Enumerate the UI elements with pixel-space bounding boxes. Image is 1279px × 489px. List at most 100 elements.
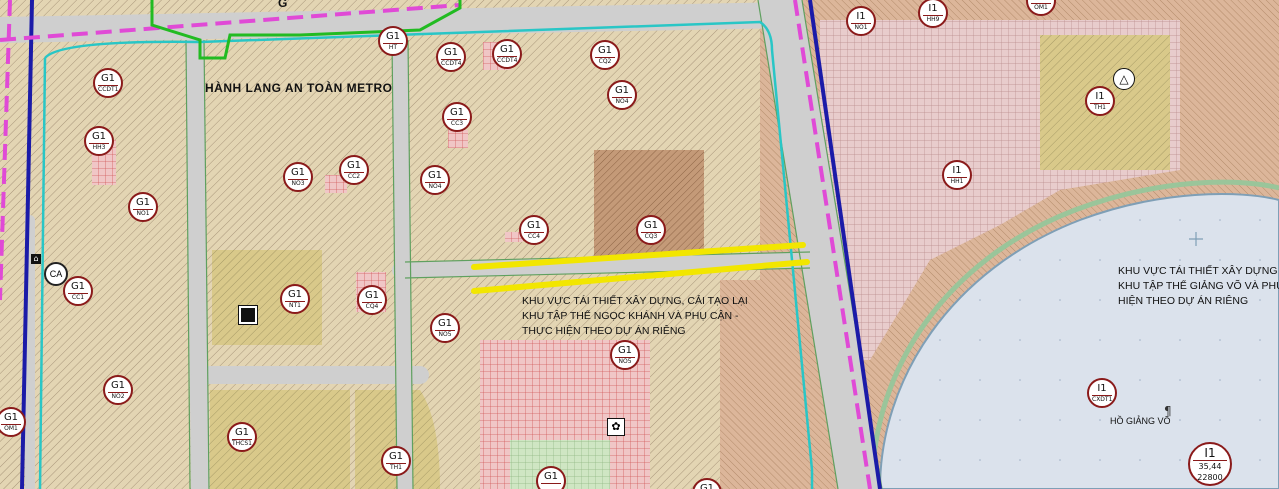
notice-ngoc-khanh-line: KHU VỰC TÁI THIẾT XÂY DỰNG, CẢI TẠO LẠI — [522, 295, 748, 307]
zone-marker[interactable]: G1 CCDT4 — [436, 42, 466, 72]
metro-corridor-label: HÀNH LANG AN TOÀN METRO — [205, 81, 393, 95]
marker-code: G1 — [388, 451, 404, 462]
marker-code: G1 — [617, 345, 633, 356]
marker-code: G1 — [135, 197, 151, 208]
marker-sub: NO1 — [133, 209, 153, 218]
marker-code: G1 — [385, 31, 401, 42]
zone-marker[interactable]: G1 NO5 — [430, 313, 460, 343]
marker-code: G1 — [614, 85, 630, 96]
marker-sub: TH1 — [386, 463, 406, 472]
notice-ngoc-khanh-line: THỰC HIỆN THEO DỰ ÁN RIÊNG — [522, 325, 686, 337]
marker-code: G1 — [643, 220, 659, 231]
square-symbol-icon — [238, 305, 258, 325]
marker-code: G1 — [70, 281, 86, 292]
marker-sub: CCDT4 — [441, 59, 462, 67]
marker-code: G1 — [437, 318, 453, 329]
zone-marker[interactable]: G1 CCDT4 — [492, 39, 522, 69]
zone-marker[interactable]: G1 CQ3 — [636, 215, 666, 245]
marker-sub: NO4 — [425, 182, 445, 191]
notice-giang-vo-line: KHU TẬP THỂ GIẢNG VÕ VÀ PHỤ — [1118, 280, 1279, 292]
marker-sub: NO1 — [851, 23, 871, 32]
marker-sub: THCS1 — [232, 439, 252, 447]
plot-cc3 — [448, 130, 468, 148]
marker-sub: CC4 — [524, 232, 544, 241]
zone-marker[interactable]: G1 — [536, 466, 566, 489]
zone-marker[interactable]: G1 NO1 — [128, 192, 158, 222]
marker-code: G1 — [449, 107, 465, 118]
marker-sub: 35,44 22800 — [1193, 460, 1227, 483]
marker-code: G1 — [234, 427, 250, 438]
marker-code: G1 — [346, 160, 362, 171]
marker-code: I1 — [856, 11, 866, 22]
marker-sub: HH9 — [923, 15, 943, 24]
marker-code: I1 — [1028, 0, 1054, 2]
marker-sub: OM1 — [1, 424, 21, 433]
zone-marker[interactable]: G1 CC3 — [442, 102, 472, 132]
zone-marker[interactable]: G1 THCS1 — [227, 422, 257, 452]
marker-sub: CQ4 — [362, 302, 382, 311]
marker-code: G1 — [364, 290, 380, 301]
marker-code: G1 — [110, 380, 126, 391]
zone-marker[interactable]: G1 NO2 — [103, 375, 133, 405]
zone-marker-large[interactable]: I1 35,44 22800 — [1188, 442, 1232, 486]
house-symbol-icon: ⌂ — [31, 254, 41, 264]
marker-sub: CQ3 — [641, 232, 661, 241]
marker-code: G1 — [427, 170, 443, 181]
notice-giang-vo-line: KHU VỰC TÁI THIẾT XÂY DỰNG — [1118, 265, 1278, 277]
marker-sub: NO5 — [615, 357, 635, 366]
zone-marker[interactable]: G1 CC4 — [519, 215, 549, 245]
marker-sub: CXDT1 — [1092, 395, 1113, 403]
marker-code: G1 — [91, 131, 107, 142]
zone-marker[interactable]: G1 NO3 — [283, 162, 313, 192]
zone-marker[interactable]: G1 NT1 — [280, 284, 310, 314]
zone-marker[interactable]: G1 HT — [378, 26, 408, 56]
zone-marker[interactable]: G1 CCDT1 — [93, 68, 123, 98]
marker-sub: NO3 — [288, 179, 308, 188]
marker-sub: CC2 — [344, 172, 364, 181]
marker-code: G1 — [3, 412, 19, 423]
marker-sub: NO4 — [612, 97, 632, 106]
marker-sub — [541, 483, 561, 484]
zone-marker[interactable]: G1 NO4 — [607, 80, 637, 110]
marker-code: I1 — [1097, 383, 1107, 394]
marker-code: G1 — [526, 220, 542, 231]
zone-marker[interactable]: G1 CC2 — [339, 155, 369, 185]
marker-code: G1 — [597, 45, 613, 56]
marker-code: G1 — [100, 73, 116, 84]
marker-code: G1 — [290, 167, 306, 178]
marker-sub: TH1 — [1090, 103, 1110, 112]
zone-marker[interactable]: I1 HH1 — [942, 160, 972, 190]
marker-code: I1 — [928, 3, 938, 14]
marker-code: I1 — [1095, 91, 1105, 102]
zone-marker[interactable]: G1 NO4 — [420, 165, 450, 195]
zone-marker[interactable]: G1 NO5 — [610, 340, 640, 370]
marker-sub: HT — [383, 43, 403, 52]
notice-ngoc-khanh-line: KHU TẬP THỂ NGỌC KHÁNH VÀ PHỤ CẬN - — [522, 310, 739, 322]
zone-marker[interactable]: G1 CQ2 — [590, 40, 620, 70]
marker-sub: CC3 — [447, 119, 467, 128]
zone-marker[interactable]: I1 NO1 — [846, 6, 876, 36]
zone-marker[interactable]: G1 CQ4 — [357, 285, 387, 315]
zone-marker[interactable]: G1 HH3 — [84, 126, 114, 156]
marker-sub: CC1 — [68, 293, 88, 302]
marker-code: G1 — [443, 47, 459, 58]
marker-code: G1 — [543, 471, 559, 482]
zone-marker[interactable]: I1 CXDT1 — [1087, 378, 1117, 408]
zone-marker[interactable]: G1 TH1 — [381, 446, 411, 476]
marker-sub: CQ2 — [595, 57, 615, 66]
marker-sub: CCDT1 — [98, 85, 119, 93]
marker-code: I1 — [952, 165, 962, 176]
marker-sub: CCDT4 — [497, 56, 518, 64]
zone-marker[interactable]: I1 TH1 — [1085, 86, 1115, 116]
landmark-symbol-icon: ✿ — [607, 418, 625, 436]
notice-giang-vo: KHU VỰC TÁI THIẾT XÂY DỰNG KHU TẬP THỂ G… — [1118, 264, 1279, 309]
marker-code: G1 — [287, 289, 303, 300]
notice-ngoc-khanh: KHU VỰC TÁI THIẾT XÂY DỰNG, CẢI TẠO LẠI … — [522, 294, 748, 339]
marker-sub: NO2 — [108, 392, 128, 401]
marker-sub: OM1 — [1031, 3, 1051, 12]
zone-marker[interactable]: G1 CC1 — [63, 276, 93, 306]
triangle-symbol-icon: △ — [1113, 68, 1135, 90]
planning-map[interactable]: HÀNH LANG AN TOÀN METRO KHU VỰC TÁI THIẾ… — [0, 0, 1279, 489]
marker-sub: NO5 — [435, 330, 455, 339]
marker-sub: NT1 — [285, 301, 305, 310]
